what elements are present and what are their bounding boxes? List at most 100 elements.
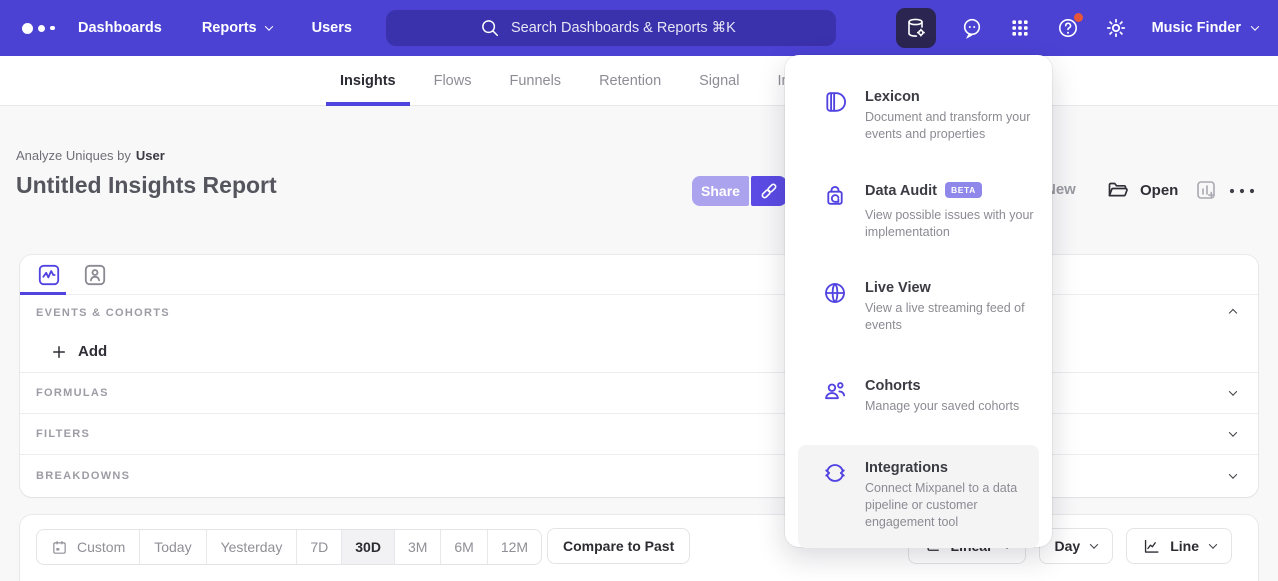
section-events-cohorts[interactable]: EVENTS & COHORTS	[20, 295, 1258, 331]
menu-item-title: Lexicon	[865, 89, 920, 105]
range-custom[interactable]: Custom	[37, 530, 140, 564]
range-7d[interactable]: 7D	[297, 530, 342, 564]
open-report-button[interactable]: Open	[1106, 178, 1178, 202]
chart-type-selector[interactable]: Line	[1126, 528, 1232, 564]
chevron-down-icon[interactable]	[1229, 387, 1237, 395]
range-3m[interactable]: 3M	[395, 530, 441, 564]
data-management-button[interactable]	[896, 8, 936, 48]
chevron-down-icon	[264, 22, 272, 30]
chevron-down-icon[interactable]	[1229, 428, 1237, 436]
globe-icon	[822, 280, 848, 306]
lexicon-book-icon	[822, 89, 848, 115]
range-label: 3M	[408, 539, 427, 555]
mixpanel-logo[interactable]	[22, 0, 55, 56]
menu-item-highlight-wrap: Integrations Connect Mixpanel to a data …	[798, 445, 1039, 548]
global-search[interactable]	[386, 10, 836, 46]
section-filters[interactable]: FILTERS	[20, 414, 1258, 455]
menu-item-text: Data AuditBETA View possible issues with…	[865, 182, 1037, 242]
profiles-view-tab[interactable]	[82, 262, 108, 288]
add-event-button[interactable]: Add	[50, 343, 107, 361]
help-button[interactable]	[1056, 16, 1080, 40]
section-formulas[interactable]: FORMULAS	[20, 373, 1258, 414]
menu-item-lexicon[interactable]: Lexicon Document and transform your even…	[785, 88, 1052, 144]
feedback-button[interactable]	[960, 16, 984, 40]
range-12m[interactable]: 12M	[488, 530, 541, 564]
link-icon	[758, 180, 780, 202]
nav-users[interactable]: Users	[312, 20, 352, 36]
page: Dashboards Reports Users	[0, 0, 1278, 581]
active-tab-underline	[326, 102, 410, 106]
range-6m[interactable]: 6M	[441, 530, 487, 564]
analyze-prefix: Analyze Uniques by	[16, 148, 131, 163]
menu-item-integrations[interactable]: Integrations Connect Mixpanel to a data …	[798, 459, 1025, 532]
project-switcher[interactable]: Music Finder	[1152, 20, 1258, 36]
calendar-icon	[51, 539, 68, 556]
range-label: Today	[154, 539, 191, 555]
topbar-actions: Music Finder	[896, 8, 1258, 48]
project-name: Music Finder	[1152, 20, 1241, 36]
query-builder-card: EVENTS & COHORTS Add FORMULAS FILTERS BR…	[20, 255, 1258, 497]
metrics-view-tab[interactable]	[36, 262, 62, 288]
section-label: EVENTS & COHORTS	[36, 307, 170, 319]
menu-item-text: Cohorts Manage your saved cohorts	[865, 377, 1037, 415]
more-menu-button[interactable]	[1228, 184, 1256, 198]
pulse-chart-icon	[36, 262, 62, 288]
range-label: 6M	[454, 539, 473, 555]
chevron-down-icon	[1209, 540, 1217, 548]
tab-funnels[interactable]: Funnels	[495, 56, 575, 106]
settings-button[interactable]	[1104, 16, 1128, 40]
search-input[interactable]	[511, 20, 743, 36]
range-label: 7D	[310, 539, 328, 555]
line-chart-icon	[1142, 537, 1161, 556]
menu-item-description: Document and transform your events and p…	[865, 109, 1037, 144]
database-gear-icon	[904, 16, 928, 40]
menu-item-cohorts[interactable]: Cohorts Manage your saved cohorts	[785, 377, 1052, 415]
range-label: 12M	[501, 539, 528, 555]
tab-flows[interactable]: Flows	[420, 56, 486, 106]
compare-to-past-button[interactable]: Compare to Past	[547, 528, 690, 564]
chat-bubble-icon	[960, 16, 984, 40]
analyze-entity-selector[interactable]: User	[136, 148, 165, 163]
range-label: Yesterday	[221, 539, 283, 555]
add-to-dashboard-button[interactable]	[1194, 178, 1218, 202]
data-audit-lock-icon	[822, 183, 848, 209]
range-label: 30D	[355, 539, 381, 555]
section-breakdowns[interactable]: BREAKDOWNS	[20, 455, 1258, 497]
page-title[interactable]: Untitled Insights Report	[16, 172, 277, 199]
section-label: FILTERS	[36, 428, 90, 440]
open-label: Open	[1140, 182, 1178, 199]
more-dots-icon	[1228, 184, 1256, 198]
nav-label: Dashboards	[78, 20, 162, 36]
main-content: Analyze Uniques by User Untitled Insights…	[0, 106, 1278, 581]
tab-label: Funnels	[509, 73, 561, 89]
top-navigation-bar: Dashboards Reports Users	[0, 0, 1278, 56]
copy-link-button[interactable]	[751, 176, 787, 206]
nav-dashboards[interactable]: Dashboards	[78, 20, 162, 36]
chevron-up-icon[interactable]	[1229, 309, 1237, 317]
logo-dot-icon	[50, 26, 55, 31]
tab-insights[interactable]: Insights	[326, 56, 410, 106]
add-to-dashboard-icon	[1194, 178, 1218, 202]
menu-item-description: View a live streaming feed of events	[865, 300, 1037, 335]
share-button[interactable]: Share	[692, 176, 749, 206]
menu-item-text: Integrations Connect Mixpanel to a data …	[865, 459, 1025, 532]
chevron-down-icon[interactable]	[1229, 470, 1237, 478]
menu-item-title: Data Audit	[865, 183, 937, 199]
range-30d[interactable]: 30D	[342, 530, 395, 564]
range-label: Custom	[77, 539, 125, 555]
analyze-uniques-subtitle: Analyze Uniques by User	[16, 148, 165, 163]
menu-item-data-audit[interactable]: Data AuditBETA View possible issues with…	[785, 182, 1052, 242]
beta-badge: BETA	[945, 182, 982, 198]
notification-dot	[1074, 13, 1083, 22]
menu-item-title: Integrations	[865, 460, 948, 476]
compare-label: Compare to Past	[563, 538, 674, 554]
tab-retention[interactable]: Retention	[585, 56, 675, 106]
range-yesterday[interactable]: Yesterday	[207, 530, 298, 564]
menu-item-live-view[interactable]: Live View View a live streaming feed of …	[785, 279, 1052, 335]
tab-signal[interactable]: Signal	[685, 56, 753, 106]
plus-icon	[50, 343, 68, 361]
nav-reports[interactable]: Reports	[202, 20, 272, 36]
apps-grid-button[interactable]	[1008, 16, 1032, 40]
folder-icon	[1106, 178, 1130, 202]
range-today[interactable]: Today	[140, 530, 206, 564]
